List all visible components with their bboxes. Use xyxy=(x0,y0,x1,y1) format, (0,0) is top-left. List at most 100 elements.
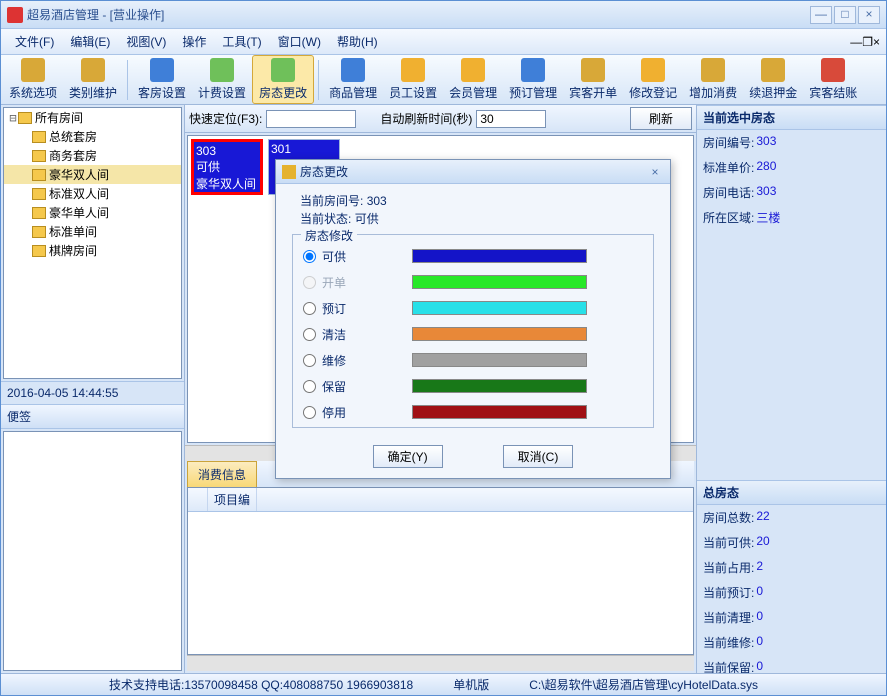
status-radio[interactable] xyxy=(303,406,316,419)
titlebar: 超易酒店管理 - [营业操作] — □ × xyxy=(1,1,886,29)
timestamp: 2016-04-05 14:44:55 xyxy=(1,381,184,404)
dialog-titlebar[interactable]: 房态更改 × xyxy=(276,160,670,184)
total-row: 当前占用:2 xyxy=(697,555,886,580)
tree-root-label: 所有房间 xyxy=(35,109,83,126)
consume-panel: 消费信息 项目编 xyxy=(187,461,694,671)
statusbar: 技术支持电话:13570098458 QQ:408088750 19669038… xyxy=(1,673,886,695)
menu-window[interactable]: 窗口(W) xyxy=(270,30,329,53)
toolbar-5[interactable]: 商品管理 xyxy=(323,56,383,103)
folder-icon xyxy=(32,207,46,219)
toolbar-13[interactable]: 宾客结账 xyxy=(803,56,863,103)
quick-locate-input[interactable] xyxy=(266,110,356,128)
status-option-3[interactable]: 清洁 xyxy=(303,321,643,347)
close-button[interactable]: × xyxy=(858,6,880,24)
status-radio[interactable] xyxy=(303,302,316,315)
tree-node[interactable]: 棋牌房间 xyxy=(4,241,181,260)
color-swatch xyxy=(412,249,587,263)
toolbar-icon xyxy=(461,58,485,82)
status-radio xyxy=(303,276,316,289)
info-row: 标准单价:280 xyxy=(697,155,886,180)
menu-help[interactable]: 帮助(H) xyxy=(329,30,386,53)
total-row: 房间总数:22 xyxy=(697,505,886,530)
toolbar-icon xyxy=(81,58,105,82)
menu-operate[interactable]: 操作 xyxy=(174,30,214,53)
menu-file[interactable]: 文件(F) xyxy=(7,30,62,53)
refresh-button[interactable]: 刷新 xyxy=(630,107,692,130)
menu-tools[interactable]: 工具(T) xyxy=(214,30,269,53)
toolbar-2[interactable]: 客房设置 xyxy=(132,56,192,103)
room-card-selected[interactable]: 303 可供 豪华双人间 xyxy=(191,139,263,195)
info-row: 房间编号:303 xyxy=(697,130,886,155)
menu-view[interactable]: 视图(V) xyxy=(118,30,174,53)
toolbar-0[interactable]: 系统选项 xyxy=(3,56,63,103)
note-area[interactable] xyxy=(3,431,182,671)
menu-edit[interactable]: 编辑(E) xyxy=(62,30,118,53)
dialog-close-button[interactable]: × xyxy=(646,165,664,179)
status-radio[interactable] xyxy=(303,380,316,393)
toolbar-icon xyxy=(210,58,234,82)
folder-icon xyxy=(32,131,46,143)
status-option-5[interactable]: 保留 xyxy=(303,373,643,399)
toolbar-icon xyxy=(821,58,845,82)
tree-node[interactable]: 总统套房 xyxy=(4,127,181,146)
dialog-cancel-button[interactable]: 取消(C) xyxy=(503,445,574,468)
consume-grid[interactable]: 项目编 xyxy=(187,487,694,655)
toolbar-icon xyxy=(341,58,365,82)
grid-col-0: 项目编 xyxy=(208,488,257,511)
toolbar-12[interactable]: 续退押金 xyxy=(743,56,803,103)
dialog-ok-button[interactable]: 确定(Y) xyxy=(373,445,443,468)
room-tree[interactable]: ⊟ 所有房间 总统套房商务套房豪华双人间标准双人间豪华单人间标准单间棋牌房间 xyxy=(3,107,182,379)
room-status-dialog: 房态更改 × 当前房间号: 303 当前状态: 可供 房态修改 可供开单预订清洁… xyxy=(275,159,671,479)
color-swatch xyxy=(412,379,587,393)
auto-refresh-label: 自动刷新时间(秒) xyxy=(380,110,472,127)
tree-node[interactable]: 豪华双人间 xyxy=(4,165,181,184)
toolbar-6[interactable]: 员工设置 xyxy=(383,56,443,103)
status-radio[interactable] xyxy=(303,250,316,263)
toolbar-1[interactable]: 类别维护 xyxy=(63,56,123,103)
folder-icon xyxy=(32,150,46,162)
total-row: 当前可供:20 xyxy=(697,530,886,555)
selected-room-header: 当前选中房态 xyxy=(697,105,886,130)
status-option-0[interactable]: 可供 xyxy=(303,243,643,269)
toolbar-8[interactable]: 预订管理 xyxy=(503,56,563,103)
folder-icon xyxy=(32,169,46,181)
quickbar: 快速定位(F3): 自动刷新时间(秒) 刷新 xyxy=(185,105,696,133)
toolbar-icon xyxy=(761,58,785,82)
left-panel: ⊟ 所有房间 总统套房商务套房豪华双人间标准双人间豪华单人间标准单间棋牌房间 2… xyxy=(1,105,185,673)
toolbar-icon xyxy=(521,58,545,82)
color-swatch xyxy=(412,353,587,367)
toolbar-icon xyxy=(21,58,45,82)
mdi-minimize-button[interactable]: — xyxy=(850,35,862,49)
tree-node[interactable]: 豪华单人间 xyxy=(4,203,181,222)
color-swatch xyxy=(412,275,587,289)
minimize-button[interactable]: — xyxy=(810,6,832,24)
tree-node[interactable]: 标准单间 xyxy=(4,222,181,241)
tree-root[interactable]: ⊟ 所有房间 xyxy=(4,108,181,127)
toolbar-icon xyxy=(581,58,605,82)
toolbar-icon xyxy=(401,58,425,82)
toolbar-4[interactable]: 房态更改 xyxy=(252,55,314,104)
toolbar-3[interactable]: 计费设置 xyxy=(192,56,252,103)
status-radio[interactable] xyxy=(303,354,316,367)
tree-node[interactable]: 商务套房 xyxy=(4,146,181,165)
status-option-2[interactable]: 预订 xyxy=(303,295,643,321)
status-radio[interactable] xyxy=(303,328,316,341)
grid-scrollbar[interactable] xyxy=(187,655,694,671)
toolbar-7[interactable]: 会员管理 xyxy=(443,56,503,103)
toolbar-11[interactable]: 增加消费 xyxy=(683,56,743,103)
mdi-restore-button[interactable]: ❐ xyxy=(862,35,873,49)
auto-refresh-input[interactable] xyxy=(476,110,546,128)
color-swatch xyxy=(412,405,587,419)
status-fieldset: 房态修改 可供开单预订清洁维修保留停用 xyxy=(292,234,654,428)
mdi-close-button[interactable]: × xyxy=(873,35,880,49)
consume-tab[interactable]: 消费信息 xyxy=(187,461,257,487)
color-swatch xyxy=(412,327,587,341)
status-option-4[interactable]: 维修 xyxy=(303,347,643,373)
toolbar-9[interactable]: 宾客开单 xyxy=(563,56,623,103)
maximize-button[interactable]: □ xyxy=(834,6,856,24)
info-row: 所在区域:三楼 xyxy=(697,205,886,230)
status-support: 技术支持电话:13570098458 QQ:408088750 19669038… xyxy=(109,676,413,693)
toolbar-10[interactable]: 修改登记 xyxy=(623,56,683,103)
tree-node[interactable]: 标准双人间 xyxy=(4,184,181,203)
status-option-6[interactable]: 停用 xyxy=(303,399,643,425)
